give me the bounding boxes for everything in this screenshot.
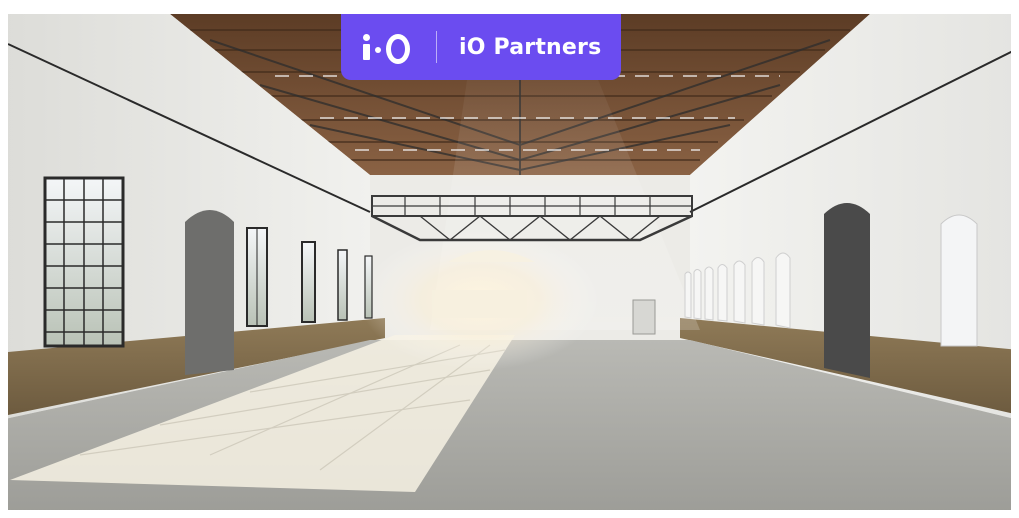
right-arched-window xyxy=(940,214,978,347)
brand-name: iO Partners xyxy=(459,34,602,60)
logo-middle-dot xyxy=(375,47,381,53)
right-arched-door xyxy=(824,203,870,378)
left-arched-door xyxy=(185,210,234,375)
brand-badge: iO Partners xyxy=(341,14,621,80)
photo-frame: iO Partners xyxy=(0,0,1019,518)
logo-i-glyph xyxy=(363,34,370,60)
back-lower-window xyxy=(432,290,527,318)
logo-o-glyph xyxy=(386,34,410,64)
back-small-door xyxy=(632,299,656,335)
brand-divider xyxy=(436,31,437,63)
io-logo-mark xyxy=(363,30,410,64)
